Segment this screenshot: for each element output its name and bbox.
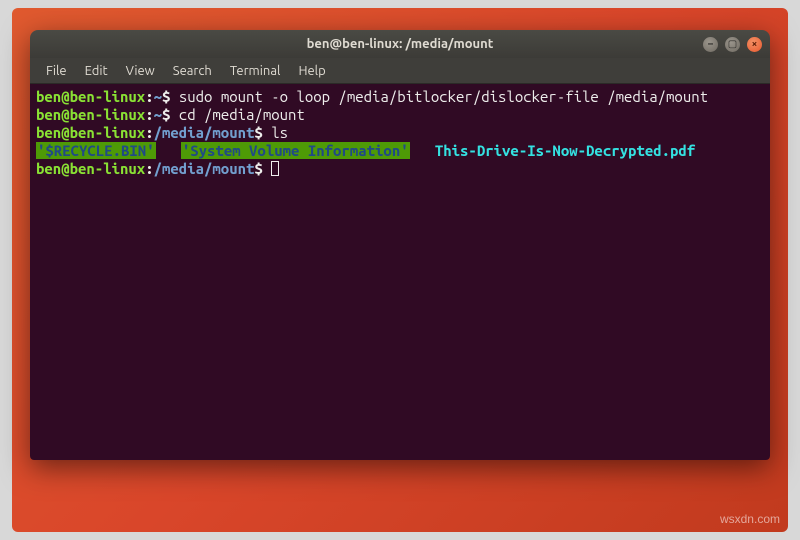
prompt-user: ben@ben-linux	[36, 124, 145, 141]
ls-item-svi: 'System Volume Information'	[181, 142, 410, 159]
watermark-text: wsxdn.com	[720, 512, 780, 526]
prompt-dollar: $	[162, 106, 170, 123]
window-title: ben@ben-linux: /media/mount	[307, 37, 494, 51]
minimize-button[interactable]: –	[703, 37, 718, 52]
prompt-sep: :	[145, 106, 153, 123]
menu-edit[interactable]: Edit	[77, 60, 116, 82]
menu-view[interactable]: View	[118, 60, 163, 82]
prompt-user: ben@ben-linux	[36, 160, 145, 177]
prompt-sep: :	[145, 160, 153, 177]
prompt-dollar: $	[254, 160, 262, 177]
prompt-path: /media/mount	[154, 160, 255, 177]
ls-item-recycle: '$RECYCLE.BIN'	[36, 142, 156, 159]
terminal-window: ben@ben-linux: /media/mount – ▢ × File E…	[30, 30, 770, 460]
prompt-path: /media/mount	[154, 124, 255, 141]
terminal-body[interactable]: ben@ben-linux:~$ sudo mount -o loop /med…	[30, 84, 770, 460]
ls-item-pdf: This-Drive-Is-Now-Decrypted.pdf	[435, 142, 695, 159]
close-button[interactable]: ×	[747, 37, 762, 52]
prompt-sep: :	[145, 124, 153, 141]
window-controls: – ▢ ×	[703, 37, 762, 52]
prompt-dollar: $	[162, 88, 170, 105]
titlebar[interactable]: ben@ben-linux: /media/mount – ▢ ×	[30, 30, 770, 58]
maximize-button[interactable]: ▢	[725, 37, 740, 52]
prompt-path: ~	[154, 88, 162, 105]
prompt-dollar: $	[254, 124, 262, 141]
menu-file[interactable]: File	[38, 60, 75, 82]
command-text: cd /media/mount	[179, 106, 305, 123]
menubar: File Edit View Search Terminal Help	[30, 58, 770, 84]
menu-search[interactable]: Search	[165, 60, 220, 82]
menu-help[interactable]: Help	[290, 60, 333, 82]
command-text: ls	[271, 124, 288, 141]
prompt-sep: :	[145, 88, 153, 105]
prompt-user: ben@ben-linux	[36, 88, 145, 105]
prompt-user: ben@ben-linux	[36, 106, 145, 123]
command-text: sudo mount -o loop /media/bitlocker/disl…	[179, 88, 708, 105]
menu-terminal[interactable]: Terminal	[222, 60, 289, 82]
prompt-path: ~	[154, 106, 162, 123]
cursor	[271, 161, 279, 176]
